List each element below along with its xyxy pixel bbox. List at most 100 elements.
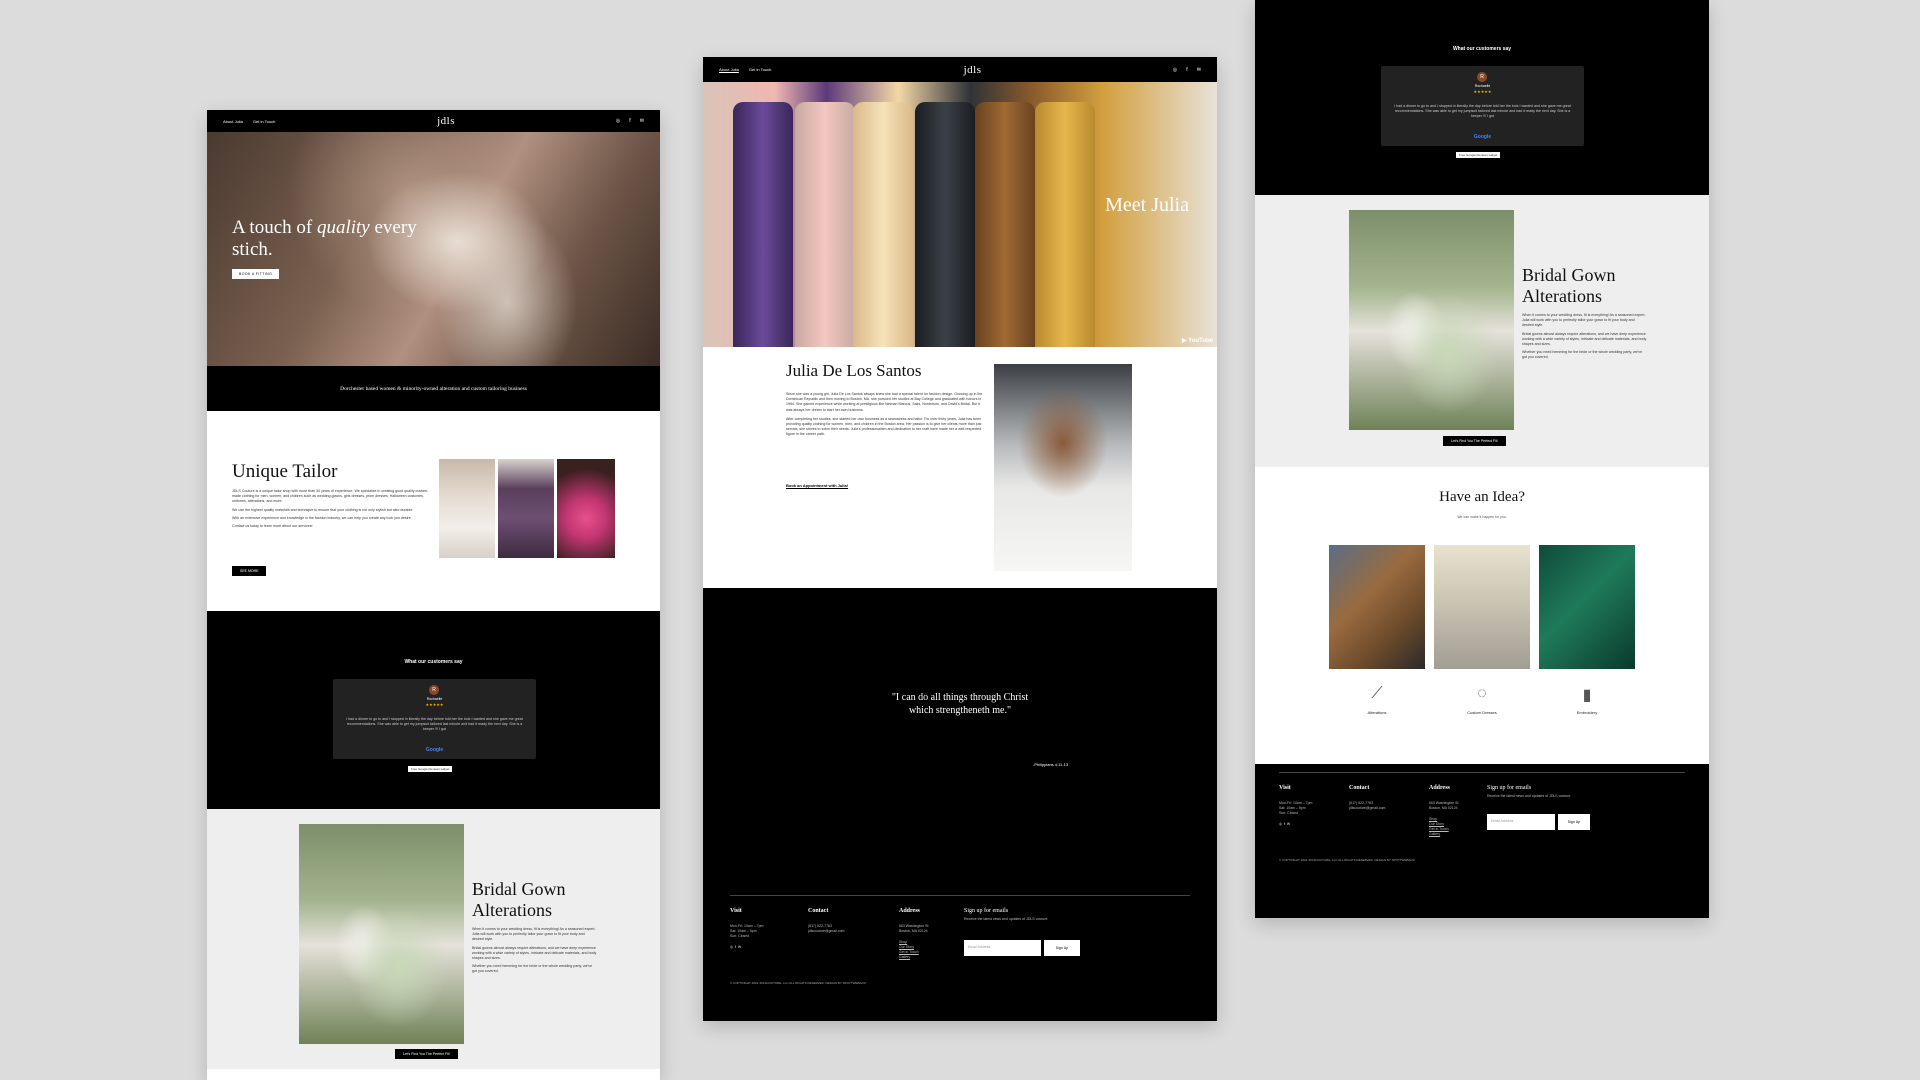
email-icon[interactable]: ✉ bbox=[1197, 67, 1201, 73]
find-fit-button[interactable]: Let's Find You The Perfect Fit! bbox=[1443, 436, 1506, 446]
see-more-button[interactable]: SEE MORE bbox=[232, 566, 267, 576]
facebook-icon[interactable]: f bbox=[1186, 67, 1187, 73]
logo[interactable]: jdls bbox=[437, 115, 455, 127]
review-card[interactable]: R Rochaelle ★★★★★ I had a dinner to go t… bbox=[333, 679, 536, 759]
find-fit-button[interactable]: Let's Find You The Perfect Fit! bbox=[395, 1049, 458, 1059]
reviewer-name: Rochaelle bbox=[1474, 84, 1491, 88]
book-fitting-button[interactable]: BOOK A FITTING bbox=[232, 269, 280, 279]
instagram-icon[interactable]: ◎ bbox=[1279, 822, 1282, 826]
footer-visit: Visit Mon-Fri: 10am – 7pm Sat: 10am – 5p… bbox=[730, 908, 763, 950]
service-card-embroidery[interactable] bbox=[1539, 545, 1635, 669]
youtube-label: YouTube bbox=[1188, 338, 1213, 344]
thread-spool-image bbox=[733, 102, 793, 347]
footer-link-gallery[interactable]: Gallery bbox=[1429, 832, 1458, 837]
footer-address: Address 663 Washington St Boston, MA 021… bbox=[899, 908, 928, 960]
signup-button[interactable]: Sign Up bbox=[1558, 814, 1590, 830]
bridal-section: Bridal Gown Alterations When it comes to… bbox=[207, 809, 660, 1069]
address-line: Boston, MA 02124 bbox=[1429, 806, 1458, 810]
footer-heading: Address bbox=[1429, 785, 1450, 791]
reviews-section: What our customers say R Rochaelle ★★★★★… bbox=[207, 611, 660, 809]
nav-contact-link[interactable]: Get in Touch bbox=[253, 119, 275, 124]
review-card[interactable]: R Rochaelle ★★★★★ I had a dinner to go t… bbox=[1381, 66, 1584, 146]
gallery-image-dress[interactable] bbox=[498, 459, 554, 558]
footer-contact: Contact (617) 522-7763 jdlscouture@gmail… bbox=[1349, 785, 1385, 811]
review-text: I had a dinner to go to and I stopped in… bbox=[346, 717, 523, 732]
email-link[interactable]: jdlscouture@gmail.com bbox=[808, 929, 844, 934]
hero-text-a: A touch of bbox=[232, 217, 317, 238]
hours-line: Sun: Closed bbox=[730, 934, 750, 938]
service-card-custom-dresses[interactable] bbox=[1434, 545, 1530, 669]
services-section: Have an Idea? We can make it happen for … bbox=[1255, 467, 1709, 764]
nav-about-link[interactable]: About Julia bbox=[223, 119, 243, 124]
footer-heading: Contact bbox=[1349, 785, 1370, 791]
footer-heading: Sign up for emails bbox=[1487, 785, 1532, 791]
bridal-title: Bridal Gown Alterations bbox=[472, 879, 566, 921]
reviews-title: What our customers say bbox=[1452, 46, 1512, 52]
service-label[interactable]: Custom Dresses bbox=[1434, 710, 1530, 715]
signup-subtext: Receive the latest news and updates of J… bbox=[964, 917, 1049, 921]
email-link[interactable]: jdlscouture@gmail.com bbox=[1349, 806, 1385, 811]
tailor-contact-line[interactable]: Contact us today to learn more about our… bbox=[232, 524, 432, 529]
service-label[interactable]: Embroidery bbox=[1539, 710, 1635, 715]
signup-button[interactable]: Sign Up bbox=[1044, 940, 1080, 956]
email-input[interactable]: Email Address bbox=[1487, 814, 1555, 830]
bridal-body: When it comes to your wedding dress, fit… bbox=[1522, 313, 1647, 361]
video-title: Meet Julia bbox=[1105, 194, 1189, 216]
reviews-widget-badge[interactable]: Free Google Reviews widget bbox=[408, 766, 453, 772]
signup-subtext: Receive the latest news and updates of J… bbox=[1487, 794, 1572, 798]
star-rating: ★★★★★ bbox=[425, 702, 444, 707]
review-text: I had a dinner to go to and I stopped in… bbox=[1394, 104, 1571, 119]
reviewer-name: Rochaelle bbox=[426, 697, 443, 701]
bio-section: Julia De Los Santos Since she was a youn… bbox=[703, 347, 1217, 588]
service-card-alterations[interactable] bbox=[1329, 545, 1425, 669]
gallery-image-gown[interactable] bbox=[439, 459, 495, 558]
reviews-widget-badge[interactable]: Free Google Reviews widget bbox=[1456, 152, 1501, 158]
verse-quote: "I can do all things through Christ whic… bbox=[703, 691, 1217, 717]
facebook-icon[interactable]: f bbox=[629, 118, 630, 124]
mockup-home-page: About Julia Get in Touch jdls ◎ f ✉ A to… bbox=[207, 110, 660, 1080]
google-logo: Google bbox=[425, 747, 444, 753]
facebook-icon[interactable]: f bbox=[1284, 822, 1285, 826]
bio-paragraph: After completing her studies, she starte… bbox=[786, 416, 982, 437]
showcase-canvas: About Julia Get in Touch jdls ◎ f ✉ A to… bbox=[0, 0, 1920, 1080]
facebook-icon[interactable]: f bbox=[735, 945, 736, 949]
footer-heading: Visit bbox=[1279, 785, 1291, 791]
instagram-icon[interactable]: ◎ bbox=[1173, 67, 1177, 73]
email-input[interactable]: Email Address bbox=[964, 940, 1041, 956]
mockup-services-page: What our customers say R Rochaelle ★★★★★… bbox=[1255, 0, 1709, 918]
bio-name: Julia De Los Santos bbox=[786, 361, 922, 380]
nav-contact-link[interactable]: Get in Touch bbox=[749, 67, 771, 72]
copyright: © COPYRIGHT 2022 JDLSCOUTURE, LLC ALL RI… bbox=[730, 981, 866, 985]
footer-link-gallery[interactable]: Gallery bbox=[899, 955, 928, 960]
video-hero[interactable]: Meet Julia ▶ YouTube bbox=[703, 82, 1217, 347]
email-icon[interactable]: ✉ bbox=[1287, 822, 1290, 826]
instagram-icon[interactable]: ◎ bbox=[616, 118, 620, 124]
bridal-photo bbox=[299, 824, 464, 1044]
hero-headline: A touch of quality every stich. bbox=[232, 217, 417, 261]
thread-spool-icon: ▮ bbox=[1582, 687, 1592, 704]
bridal-photo bbox=[1349, 210, 1514, 430]
social-icons: ◎ f ✉ bbox=[1279, 822, 1312, 827]
bio-body: Since she was a young girl, Julia De Los… bbox=[786, 392, 986, 438]
footer-contact: Contact (617) 522-7763 jdlscouture@gmail… bbox=[808, 908, 844, 934]
hours-line: Sun: Closed bbox=[1279, 811, 1299, 815]
footer-heading: Visit bbox=[730, 908, 742, 914]
julia-portrait bbox=[994, 364, 1132, 571]
service-label[interactable]: Alterations bbox=[1329, 710, 1425, 715]
hero-banner: A touch of quality every stich. BOOK A F… bbox=[207, 132, 660, 366]
nav-about-link[interactable]: About Julia bbox=[719, 67, 739, 72]
top-nav: About Julia Get in Touch jdls ◎ f ✉ bbox=[207, 110, 660, 132]
email-icon[interactable]: ✉ bbox=[738, 945, 741, 949]
footer-signup: Sign up for emails Receive the latest ne… bbox=[964, 908, 1049, 922]
youtube-logo[interactable]: ▶ YouTube bbox=[1182, 337, 1213, 344]
gallery-strip bbox=[439, 459, 615, 558]
book-appointment-link[interactable]: Book an Appointment with Julia! bbox=[786, 483, 848, 488]
verse-section: "I can do all things through Christ whic… bbox=[703, 588, 1217, 895]
verse-reference: -Philippians 4:11-13 bbox=[1033, 762, 1069, 767]
thread-spool-image bbox=[795, 102, 855, 347]
email-icon[interactable]: ✉ bbox=[640, 118, 644, 124]
gallery-image-child-dress[interactable] bbox=[557, 459, 615, 558]
hero-text-emphasis: quality bbox=[316, 217, 370, 238]
logo[interactable]: jdls bbox=[964, 64, 982, 76]
instagram-icon[interactable]: ◎ bbox=[730, 945, 733, 949]
